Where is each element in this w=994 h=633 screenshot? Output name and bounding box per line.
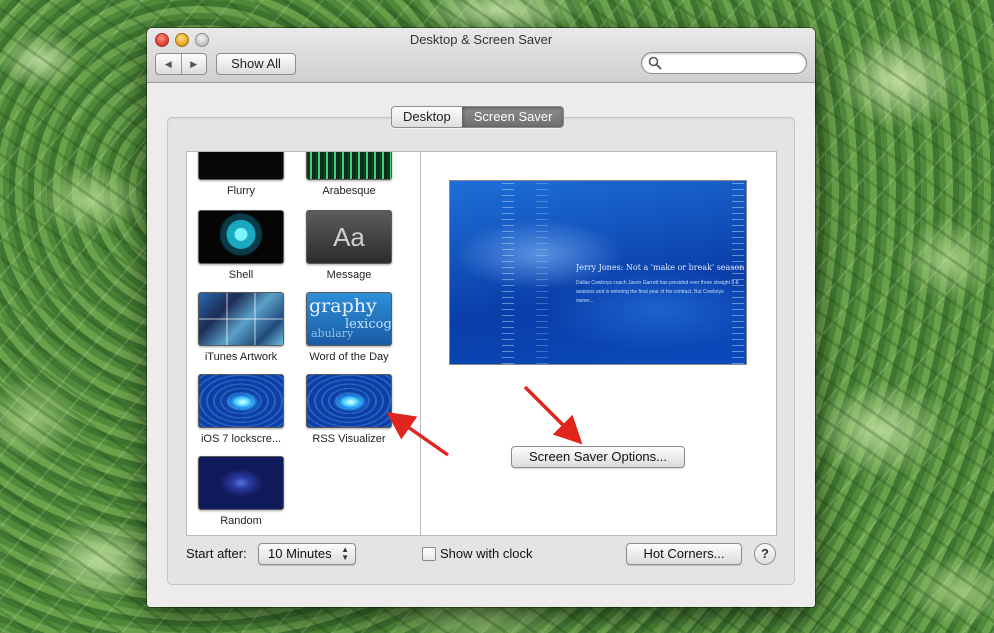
ios7-lockscreen-thumb-icon xyxy=(198,374,284,428)
preview-body: Dallas Cowboys coach Jason Garrett has p… xyxy=(576,280,739,304)
arabesque-thumb-icon xyxy=(306,152,392,180)
list-item-label: Random xyxy=(220,515,262,527)
list-item-message[interactable]: Aa Message xyxy=(299,210,399,281)
search-input[interactable] xyxy=(664,54,802,72)
show-with-clock-label[interactable]: Show with clock xyxy=(440,546,532,561)
list-item-label: RSS Visualizer xyxy=(312,433,386,445)
list-item-ios7-lockscreen[interactable]: iOS 7 lockscre... xyxy=(191,374,291,445)
preview-decoration xyxy=(732,181,744,364)
flurry-thumb-icon xyxy=(198,152,284,180)
forward-arrow-icon[interactable]: ▶ xyxy=(180,54,207,74)
random-thumb-icon xyxy=(198,456,284,510)
stepper-arrows-icon: ▲ ▼ xyxy=(341,545,349,562)
window-title: Desktop & Screen Saver xyxy=(409,32,553,47)
list-item-label: iOS 7 lockscre... xyxy=(200,433,282,445)
shell-thumb-icon xyxy=(198,210,284,264)
show-with-clock-checkbox[interactable] xyxy=(422,547,436,561)
preview-decoration xyxy=(536,181,548,364)
list-item-label: Word of the Day xyxy=(309,351,389,363)
search-field[interactable] xyxy=(641,52,807,74)
screen-saver-preview: Jerry Jones: Not a 'make or break' seaso… xyxy=(449,180,747,365)
show-all-button[interactable]: Show All xyxy=(216,53,296,75)
system-preferences-window: Desktop & Screen Saver ◀ ▶ Show All Desk… xyxy=(147,28,815,607)
thumb-word: abulary xyxy=(311,327,354,340)
list-item-itunes-artwork[interactable]: iTunes Artwork xyxy=(191,292,291,363)
hot-corners-button[interactable]: Hot Corners... xyxy=(626,543,742,565)
list-item-label: Shell xyxy=(228,269,254,281)
help-button[interactable]: ? xyxy=(754,543,776,565)
start-after-select[interactable]: 10 Minutes ▲ ▼ xyxy=(258,543,356,565)
tab-bar: Desktop Screen Saver xyxy=(391,106,565,128)
message-thumb-icon: Aa xyxy=(306,210,392,264)
list-item-shell[interactable]: Shell xyxy=(191,210,291,281)
tab-screen-saver[interactable]: Screen Saver xyxy=(461,107,564,127)
screen-saver-list[interactable]: Flurry Arabesque Shell Aa Message iTunes… xyxy=(186,151,421,536)
list-item-label: Message xyxy=(326,269,372,281)
list-item-label: Flurry xyxy=(226,185,256,197)
itunes-artwork-thumb-icon xyxy=(198,292,284,346)
list-item-flurry[interactable]: Flurry xyxy=(191,152,291,197)
start-after-label: Start after: xyxy=(186,546,247,561)
start-after-value: 10 Minutes xyxy=(268,546,332,561)
list-item-label: iTunes Artwork xyxy=(204,351,278,363)
preview-headline: Jerry Jones: Not a 'make or break' seaso… xyxy=(576,263,746,272)
tab-desktop[interactable]: Desktop xyxy=(392,107,462,127)
list-item-random[interactable]: Random xyxy=(191,456,291,527)
list-item-arabesque[interactable]: Arabesque xyxy=(299,152,399,197)
rss-visualizer-thumb-icon xyxy=(306,374,392,428)
preview-decoration xyxy=(502,181,514,364)
list-item-word-of-the-day[interactable]: graphy lexicog abulary Word of the Day xyxy=(299,292,399,363)
list-item-rss-visualizer[interactable]: RSS Visualizer xyxy=(299,374,399,445)
screen-saver-options-button[interactable]: Screen Saver Options... xyxy=(511,446,685,468)
thumb-word: graphy xyxy=(309,295,377,317)
back-forward-control: ◀ ▶ xyxy=(155,53,207,75)
search-icon xyxy=(648,56,662,70)
list-item-label: Arabesque xyxy=(322,185,376,197)
word-of-the-day-thumb-icon: graphy lexicog abulary xyxy=(306,292,392,346)
back-arrow-icon[interactable]: ◀ xyxy=(156,54,181,74)
title-bar[interactable]: Desktop & Screen Saver ◀ ▶ Show All xyxy=(147,28,815,83)
